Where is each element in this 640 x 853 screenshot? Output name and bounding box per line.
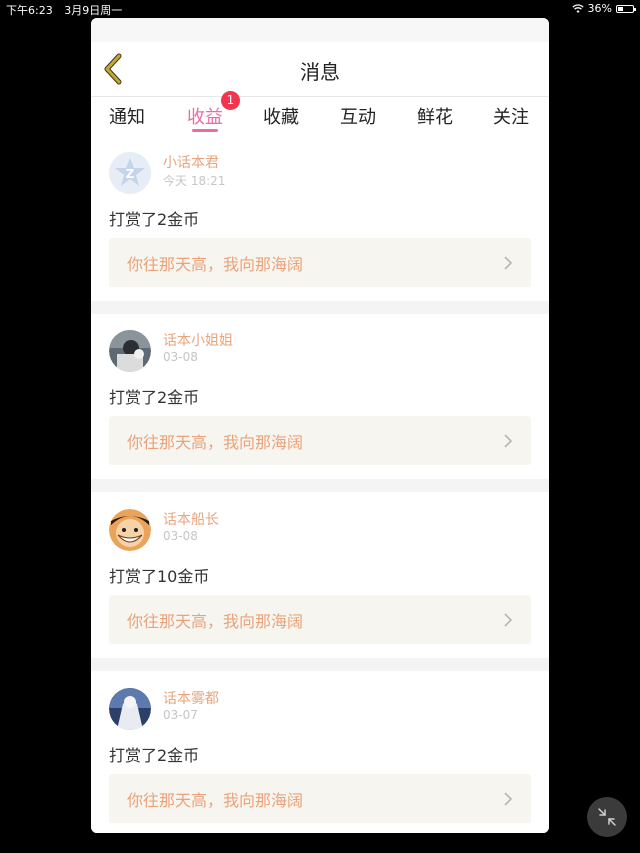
message-panel: 消息 通知 收益 1 收藏 互动 鲜花 关注 Z 小话本君 今天 18:21 打… <box>91 18 549 833</box>
nav-bar: 消息 <box>91 42 549 97</box>
message-time: 03-08 <box>163 350 198 364</box>
tab-favorites[interactable]: 收藏 <box>263 103 299 129</box>
card-separator <box>91 301 549 314</box>
message-time: 03-07 <box>163 708 198 722</box>
panel-top-strip <box>91 18 549 42</box>
chevron-right-icon <box>504 792 513 806</box>
wifi-icon <box>571 3 584 13</box>
quoted-work-title: 你往那天高，我向那海阔 <box>127 433 304 452</box>
quoted-work-link[interactable]: 你往那天高，我向那海阔 <box>109 238 531 287</box>
user-name[interactable]: 话本船长 <box>163 509 219 529</box>
status-time: 下午6:23 <box>6 4 53 17</box>
status-left: 下午6:23 3月9日周一 <box>6 2 122 18</box>
minimize-button[interactable] <box>587 797 627 837</box>
user-name[interactable]: 话本雾都 <box>163 688 219 708</box>
chevron-right-icon <box>504 613 513 627</box>
tab-follow[interactable]: 关注 <box>493 103 529 129</box>
user-name[interactable]: 小话本君 <box>163 152 219 172</box>
message-text: 打赏了2金币 <box>109 210 200 229</box>
status-right: 36% <box>571 2 636 15</box>
tab-earnings[interactable]: 收益 <box>187 103 223 129</box>
message-time: 今天 18:21 <box>163 174 226 188</box>
status-date: 3月9日周一 <box>64 4 123 17</box>
earnings-badge: 1 <box>221 91 240 110</box>
chevron-right-icon <box>504 256 513 270</box>
avatar[interactable] <box>109 688 151 730</box>
svg-text:Z: Z <box>126 167 135 181</box>
quoted-work-link[interactable]: 你往那天高，我向那海阔 <box>109 774 531 823</box>
message-card: Z 小话本君 今天 18:21 打赏了2金币 你往那天高，我向那海阔 <box>91 140 549 305</box>
message-time: 03-08 <box>163 529 198 543</box>
quoted-work-title: 你往那天高，我向那海阔 <box>127 791 304 810</box>
photo-avatar-icon <box>109 330 151 372</box>
collapse-arrows-icon <box>598 808 616 826</box>
tab-flowers[interactable]: 鲜花 <box>417 103 453 129</box>
tab-bar: 通知 收益 1 收藏 互动 鲜花 关注 <box>91 91 549 139</box>
cartoon-avatar-icon <box>109 509 151 551</box>
logo-avatar-icon: Z <box>109 152 151 194</box>
card-separator <box>91 658 549 671</box>
photo-avatar-icon <box>109 688 151 730</box>
message-card: 话本船长 03-08 打赏了10金币 你往那天高，我向那海阔 <box>91 497 549 662</box>
avatar[interactable]: Z <box>109 152 151 194</box>
battery-icon <box>616 4 636 13</box>
battery-percent: 36% <box>587 2 612 15</box>
message-text: 打赏了2金币 <box>109 746 200 765</box>
user-name[interactable]: 话本小姐姐 <box>163 330 233 350</box>
message-text: 打赏了2金币 <box>109 388 200 407</box>
status-bar: 下午6:23 3月9日周一 36% <box>0 0 640 17</box>
quoted-work-title: 你往那天高，我向那海阔 <box>127 612 304 631</box>
message-text: 打赏了10金币 <box>109 567 210 586</box>
chevron-right-icon <box>504 434 513 448</box>
card-separator <box>91 479 549 492</box>
avatar[interactable] <box>109 509 151 551</box>
quoted-work-link[interactable]: 你往那天高，我向那海阔 <box>109 416 531 465</box>
quoted-work-title: 你往那天高，我向那海阔 <box>127 255 304 274</box>
quoted-work-link[interactable]: 你往那天高，我向那海阔 <box>109 595 531 644</box>
page-title: 消息 <box>300 60 340 84</box>
message-card: 话本小姐姐 03-08 打赏了2金币 你往那天高，我向那海阔 <box>91 318 549 483</box>
active-tab-indicator <box>192 129 218 132</box>
tab-notify[interactable]: 通知 <box>109 103 145 129</box>
message-card: 话本雾都 03-07 打赏了2金币 你往那天高，我向那海阔 <box>91 676 549 833</box>
tab-interact[interactable]: 互动 <box>340 103 376 129</box>
avatar[interactable] <box>109 330 151 372</box>
